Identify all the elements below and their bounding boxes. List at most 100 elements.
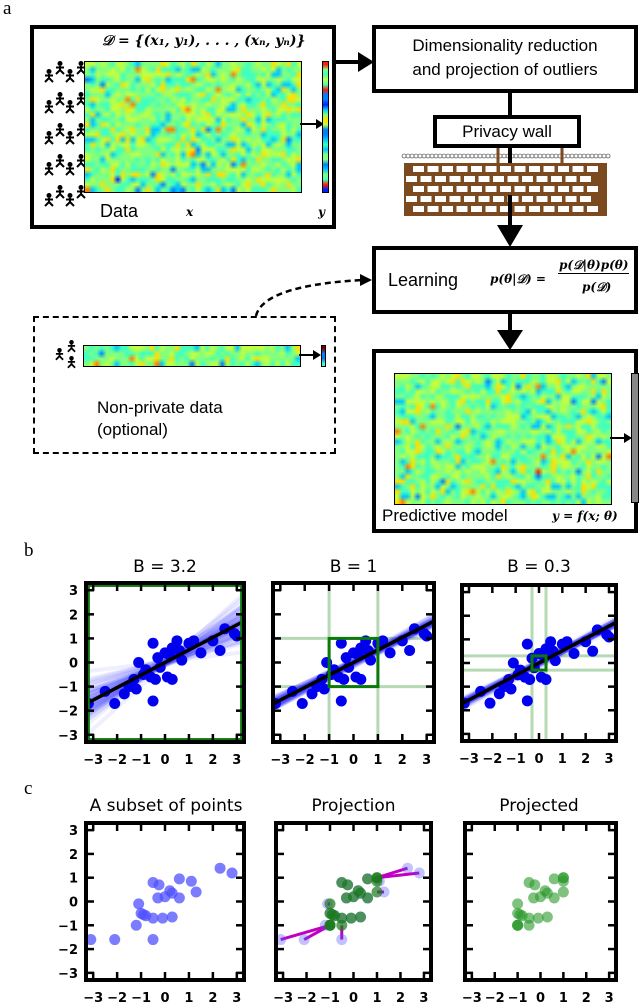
brick <box>464 196 475 202</box>
data-point <box>147 934 159 946</box>
data-point <box>133 898 145 910</box>
fit-line <box>86 619 244 706</box>
non-private-heatmap <box>83 345 301 367</box>
data-point <box>521 695 533 707</box>
person-icon <box>55 185 65 199</box>
data-point <box>545 636 557 648</box>
brick <box>543 166 555 172</box>
brick <box>493 176 504 182</box>
plot-c-subset: −3 −2 −1 0 1 2 3 −3 −2 −1 0 1 2 3 <box>58 821 246 1004</box>
privacy-wall-label-box: Privacy wall <box>433 115 581 148</box>
non-private-data-box: Non-private data (optional) <box>33 316 336 454</box>
person-icon <box>55 92 65 106</box>
x-tick-label: −3 <box>459 752 479 767</box>
brick <box>435 176 446 182</box>
projected-point <box>512 898 524 910</box>
x-tick-label: 3 <box>232 991 241 1004</box>
person-icon <box>44 131 54 145</box>
brick <box>529 206 540 212</box>
y-tick-label: 1 <box>69 872 78 887</box>
fit-line <box>273 619 434 706</box>
plot-area <box>512 872 569 931</box>
plot-c-projected: −3 −2 −1 0 1 2 3 <box>462 821 618 1004</box>
brick <box>442 206 453 212</box>
brick <box>543 186 555 192</box>
brick <box>580 196 591 202</box>
x-tick-label: −2 <box>482 752 502 767</box>
data-point <box>524 674 536 686</box>
data-point <box>185 875 197 887</box>
data-point <box>505 683 517 695</box>
panel-label-a: a <box>3 0 12 19</box>
data-point <box>171 635 183 647</box>
y-tick-label: 3 <box>69 584 78 599</box>
arrow-data-to-reduction <box>336 52 374 72</box>
person-icon <box>44 100 54 114</box>
plot-title-b2: B = 1 <box>329 557 378 577</box>
person-icon <box>55 61 65 75</box>
brick <box>413 206 424 212</box>
brick <box>565 176 577 182</box>
y-tick-label: 3 <box>69 824 78 839</box>
data-point <box>166 673 178 685</box>
person-icon <box>65 162 75 176</box>
brick <box>427 206 439 212</box>
projected-point <box>362 873 374 885</box>
learning-label: Learning <box>388 270 459 290</box>
brick <box>471 166 482 172</box>
brick <box>485 166 497 172</box>
arrow-np-x-to-y <box>299 350 321 360</box>
brick <box>420 196 432 202</box>
plot-area <box>462 585 616 741</box>
x-tick-label: −2 <box>485 991 505 1004</box>
brick <box>587 186 598 192</box>
brick <box>551 196 562 202</box>
brick <box>587 166 598 172</box>
person-icon <box>44 162 54 176</box>
arrow-model-output <box>610 433 632 443</box>
projected-point <box>362 892 374 904</box>
brick <box>565 196 577 202</box>
data-point <box>355 673 367 685</box>
x-tick-label: −1 <box>508 991 528 1004</box>
data-point <box>147 695 159 707</box>
person-icon <box>65 193 75 207</box>
plot-title-b3: B = 0.3 <box>507 557 571 577</box>
brick <box>587 206 598 212</box>
x-tick-label: 2 <box>208 991 217 1004</box>
brick <box>442 166 453 172</box>
model-heatmap <box>394 373 612 505</box>
plot-area <box>273 583 434 742</box>
data-point <box>173 873 185 885</box>
data-point <box>157 912 169 924</box>
plot-area <box>86 862 238 946</box>
brick <box>529 166 540 172</box>
x-tick-label: 3 <box>419 991 428 1004</box>
non-private-line-1: Non-private data <box>97 398 223 417</box>
person-icon <box>55 154 65 168</box>
plot-title-c3: Projected <box>499 796 579 816</box>
x-tick-label: 0 <box>534 752 543 767</box>
x-tick-label: −2 <box>295 753 315 768</box>
bayes-denominator: p(𝒟) <box>582 280 612 294</box>
brick <box>456 186 468 192</box>
person-icon <box>44 69 54 83</box>
x-tick-label: −2 <box>107 991 127 1004</box>
source-point <box>402 862 414 874</box>
data-point <box>147 637 159 649</box>
y-tick-label: −3 <box>58 729 78 744</box>
data-point <box>384 647 396 659</box>
y-tick-label: −1 <box>58 681 78 696</box>
projected-point <box>355 911 367 923</box>
brick <box>558 166 569 172</box>
x-tick-label: −1 <box>320 991 340 1004</box>
person-icon <box>55 123 65 137</box>
projected-point <box>324 919 336 931</box>
brick <box>464 176 475 182</box>
x-tick-label: 0 <box>536 991 545 1004</box>
panel-label-c: c <box>24 778 33 799</box>
reduction-line-2: and projection of outliers <box>412 60 598 79</box>
plot-b-bound-3-2: −3 −2 −1 0 1 2 3−3−2−10123 <box>58 581 246 768</box>
fit-line <box>462 620 616 706</box>
dimensionality-reduction-box: Dimensionality reduction and projection … <box>372 25 638 93</box>
